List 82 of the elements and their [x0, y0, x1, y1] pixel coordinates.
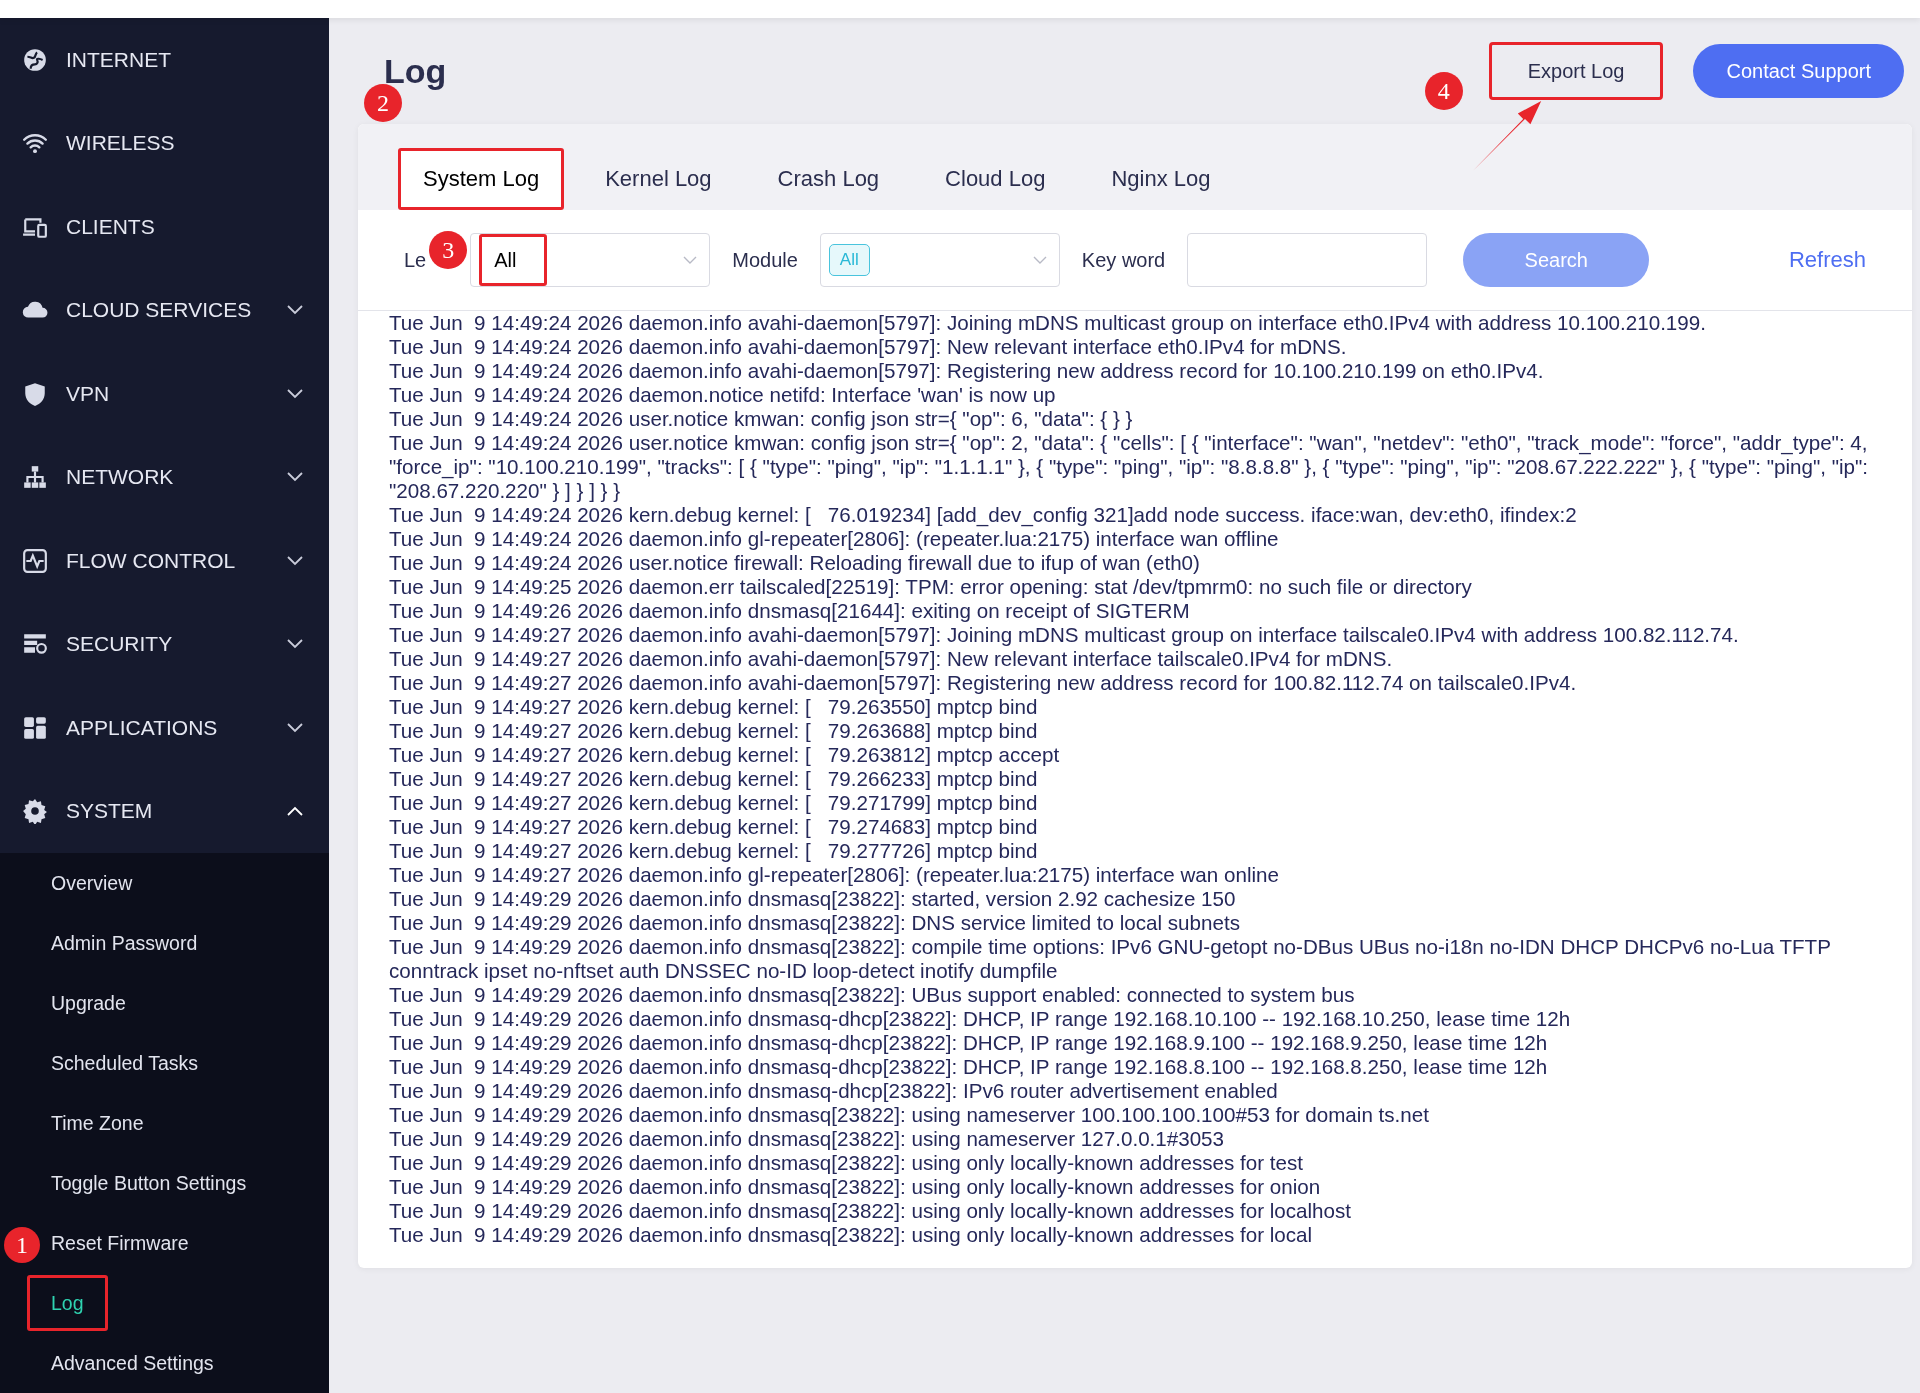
keyword-input[interactable]: [1187, 233, 1428, 287]
log-line: Tue Jun 9 14:49:27 2026 kern.debug kernel: [ 79.263550] mptcp bind: [389, 695, 1039, 719]
nav-item[interactable]: CLOUD SERVICES: [0, 268, 329, 352]
log-line: Tue Jun 9 14:49:27 2026 daemon.info gl-repeater[2806]: (repeater.lua:2175) interface wan online: [389, 863, 1280, 887]
tab[interactable]: Nginx Log: [1086, 148, 1236, 210]
log-line: Tue Jun 9 14:49:27 2026 kern.debug kernel: [ 79.274683] mptcp bind: [389, 815, 1039, 839]
log-line: Tue Jun 9 14:49:24 2026 daemon.info gl-repeater[2806]: (repeater.lua:2175) interface wan offline: [389, 527, 1280, 551]
log-line: Tue Jun 9 14:49:27 2026 kern.debug kernel: [ 79.271799] mptcp bind: [389, 791, 1039, 815]
log-line: Tue Jun 9 14:49:29 2026 daemon.info dnsmasq-dhcp[23822]: DHCP, IP range 192.168.9.100 -- 192.168.9.250, lease time 12h: [389, 1031, 1549, 1055]
submenu-item[interactable]: Time Zone: [51, 1098, 144, 1148]
log-line: Tue Jun 9 14:49:29 2026 daemon.info dnsmasq[23822]: using only locally-known addresses for localhost: [389, 1199, 1353, 1223]
submenu-item[interactable]: Toggle Button Settings: [51, 1158, 247, 1208]
log-line: Tue Jun 9 14:49:24 2026 user.notice kmwan: config json str={ "op": 6, "data": { } }: [389, 407, 1134, 431]
tab[interactable]: Cloud Log: [920, 148, 1071, 210]
dropdown-icon: [683, 256, 698, 264]
log-line: Tue Jun 9 14:49:29 2026 daemon.info dnsmasq[23822]: using only locally-known addresses for local: [389, 1223, 1314, 1247]
annotation-marker: 2: [364, 84, 402, 122]
nav-item[interactable]: WIRELESS: [0, 101, 329, 185]
flow-icon: [22, 547, 48, 574]
log-line: Tue Jun 9 14:49:29 2026 daemon.info dnsmasq[23822]: DNS service limited to local subnets: [389, 911, 1241, 935]
submenu-item[interactable]: Advanced Settings: [51, 1338, 214, 1388]
level-select[interactable]: All: [470, 233, 711, 287]
nav-item[interactable]: NETWORK: [0, 435, 329, 519]
log-line: Tue Jun 9 14:49:24 2026 user.notice firewall: Reloading firewall due to ifup of wan (eth0): [389, 551, 1201, 575]
globe-icon: [22, 46, 48, 73]
dropdown-icon: [1032, 256, 1047, 264]
log-line: Tue Jun 9 14:49:24 2026 daemon.info avahi-daemon[5797]: Joining mDNS multicast group on interface eth0.IPv4 with address 10.100.210.199.: [389, 311, 1707, 335]
export-log-button[interactable]: Export Log: [1488, 42, 1664, 100]
log-line: Tue Jun 9 14:49:27 2026 daemon.info avahi-daemon[5797]: Registering new address record for 100.82.112.74 on tailscale0.IPv4.: [389, 671, 1578, 695]
annotation-marker: 1: [4, 1227, 40, 1263]
log-line: Tue Jun 9 14:49:29 2026 daemon.info dnsmasq[23822]: using only locally-known addresses for onion: [389, 1175, 1322, 1199]
filter-label: Key word: [1081, 248, 1166, 272]
tab[interactable]: Kernel Log: [580, 148, 737, 210]
filter-label: Le: [404, 248, 427, 272]
log-line: Tue Jun 9 14:49:27 2026 kern.debug kernel: [ 79.277726] mptcp bind: [389, 839, 1039, 863]
log-line: Tue Jun 9 14:49:29 2026 daemon.info dnsmasq[23822]: using nameserver 100.100.100.100#53 for domain ts.net: [389, 1103, 1430, 1127]
submenu-item[interactable]: Reset Firmware: [51, 1218, 189, 1268]
contact-support-button[interactable]: Contact Support: [1693, 44, 1904, 98]
annotation-marker: 3: [429, 231, 468, 269]
log-line: Tue Jun 9 14:49:24 2026 daemon.info avahi-daemon[5797]: New relevant interface eth0.IPv4 for mDNS.: [389, 335, 1348, 359]
submenu-item[interactable]: Upgrade: [51, 978, 126, 1028]
module-tag: All: [828, 244, 870, 276]
submenu-item[interactable]: Log: [27, 1275, 108, 1331]
settings-icon: [22, 798, 48, 825]
log-line: Tue Jun 9 14:49:29 2026 daemon.info dnsmasq[23822]: using nameserver 127.0.0.1#3053: [389, 1127, 1226, 1151]
log-line: Tue Jun 9 14:49:29 2026 daemon.info dnsmasq-dhcp[23822]: DHCP, IP range 192.168.10.100 -- 192.168.10.250, lease time 12h: [389, 1007, 1572, 1031]
log-line: Tue Jun 9 14:49:29 2026 daemon.info dnsmasq-dhcp[23822]: IPv6 router advertisement enabled: [389, 1079, 1279, 1103]
nav-item[interactable]: FLOW CONTROL: [0, 519, 329, 603]
log-line: Tue Jun 9 14:49:24 2026 kern.debug kernel: [ 76.019234] [add_dev_config 321]add node success. iface:wan, dev:eth0, ifindex:2: [389, 503, 1578, 527]
log-line: Tue Jun 9 14:49:29 2026 daemon.info dnsmasq-dhcp[23822]: DHCP, IP range 192.168.8.100 -- 192.168.8.250, lease time 12h: [389, 1055, 1549, 1079]
log-line: Tue Jun 9 14:49:29 2026 daemon.info dnsmasq[23822]: compile time options: IPv6 GNU-getopt no-DBus UBus no-i18n no-IDN DHCP DHCPv6 no-Lua TFTP conntrack ipset no-nftset auth DNSSEC no-ID loop-detect inotify dumpfile: [389, 935, 1832, 983]
nav-item[interactable]: APPLICATIONS: [0, 686, 329, 770]
filter-label: Module: [732, 248, 798, 272]
nav-item[interactable]: VPN: [0, 352, 329, 436]
tab[interactable]: System Log: [398, 148, 565, 210]
log-line: Tue Jun 9 14:49:25 2026 daemon.err tailscaled[22519]: TPM: error opening: stat /dev/tpmrm0: no such file or directory: [389, 575, 1473, 599]
log-line: Tue Jun 9 14:49:26 2026 daemon.info dnsmasq[21644]: exiting on receipt of SIGTERM: [389, 599, 1191, 623]
shield-icon: [22, 380, 48, 407]
log-line: Tue Jun 9 14:49:27 2026 daemon.info avahi-daemon[5797]: Joining mDNS multicast group on interface tailscale0.IPv4 with address 100.82.112.74.: [389, 623, 1740, 647]
submenu-item[interactable]: Overview: [51, 858, 133, 908]
log-line: Tue Jun 9 14:49:29 2026 daemon.info dnsmasq[23822]: UBus support enabled: connected to system bus: [389, 983, 1356, 1007]
log-line: Tue Jun 9 14:49:29 2026 daemon.info dnsmasq[23822]: using only locally-known addresses for test: [389, 1151, 1304, 1175]
select-value: All: [479, 234, 548, 286]
log-line: Tue Jun 9 14:49:27 2026 kern.debug kernel: [ 79.263688] mptcp bind: [389, 719, 1039, 743]
log-line: Tue Jun 9 14:49:24 2026 daemon.notice netifd: Interface 'wan' is now up: [389, 383, 1057, 407]
log-line: Tue Jun 9 14:49:27 2026 daemon.info avahi-daemon[5797]: New relevant interface tailscale0.IPv4 for mDNS.: [389, 647, 1394, 671]
network-icon: [22, 464, 48, 491]
nav-item[interactable]: CLIENTS: [0, 185, 329, 269]
log-line: Tue Jun 9 14:49:24 2026 user.notice kmwan: config json str={ "op": 2, "data": { "cells": [ { "interface": "wan", "netdev": "eth0", "track_mode": "force", "addr_type": 4, "force_ip": "10.100.210.199", "tracks": [ { "type": "ping", "ip": "1.1.1.1" }, { "type": "ping", "ip": "8.8.8.8" }, { "type": "ping", "ip": "208.67.222.222" }, { "type": "ping", "ip": "208.67.220.220" } ] } ] } }: [389, 431, 1870, 503]
refresh-link[interactable]: Refresh: [1788, 247, 1866, 273]
nav-item[interactable]: INTERNET: [0, 18, 329, 102]
log-line: Tue Jun 9 14:49:29 2026 daemon.info dnsmasq[23822]: started, version 2.92 cachesize 150: [389, 887, 1237, 911]
log-line: Tue Jun 9 14:49:24 2026 daemon.info avahi-daemon[5797]: Registering new address record for 10.100.210.199 on eth0.IPv4.: [389, 359, 1545, 383]
annotation-marker: 4: [1424, 72, 1463, 110]
nav-item[interactable]: SECURITY: [0, 602, 329, 686]
log-line: Tue Jun 9 14:49:27 2026 kern.debug kernel: [ 79.263812] mptcp accept: [389, 743, 1061, 767]
apps-icon: [22, 714, 48, 741]
log-line: Tue Jun 9 14:49:27 2026 kern.debug kernel: [ 79.266233] mptcp bind: [389, 767, 1039, 791]
submenu-item[interactable]: Scheduled Tasks: [51, 1038, 199, 1088]
tab[interactable]: Crash Log: [752, 148, 905, 210]
nav-item[interactable]: SYSTEM: [0, 769, 329, 853]
submenu-item[interactable]: Admin Password: [51, 918, 198, 968]
